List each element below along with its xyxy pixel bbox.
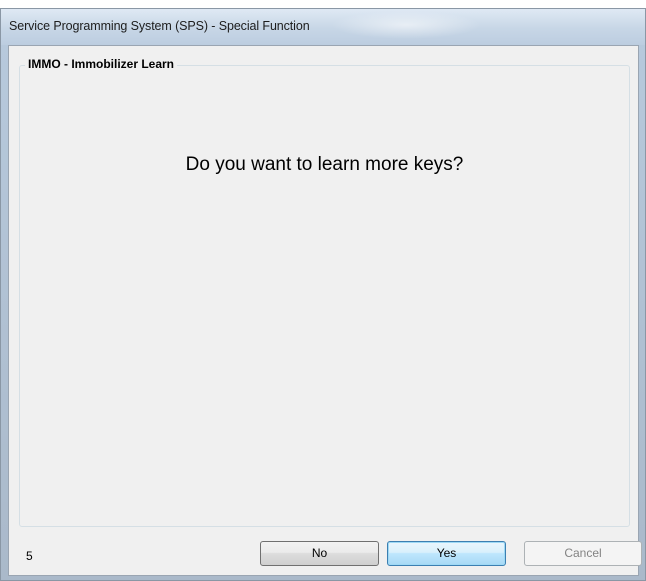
step-number: 5 xyxy=(26,549,33,563)
sps-dialog-window: Service Programming System (SPS) - Speci… xyxy=(0,8,646,581)
dialog-content: Do you want to learn more keys? IMMO - I… xyxy=(8,45,642,576)
cancel-button[interactable]: Cancel xyxy=(524,541,642,566)
immobilizer-learn-group: Do you want to learn more keys? xyxy=(19,65,630,527)
title-bar-highlight xyxy=(331,11,481,39)
yes-button[interactable]: Yes xyxy=(387,541,506,566)
title-bar[interactable]: Service Programming System (SPS) - Speci… xyxy=(1,9,645,45)
prompt-question: Do you want to learn more keys? xyxy=(185,154,464,175)
group-title: IMMO - Immobilizer Learn xyxy=(25,57,178,71)
no-button[interactable]: No xyxy=(260,541,379,566)
window-title: Service Programming System (SPS) - Speci… xyxy=(9,19,310,33)
